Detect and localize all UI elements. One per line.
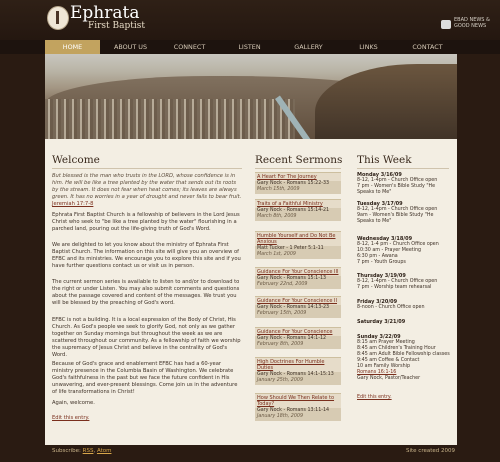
nav-links[interactable]: LINKS (341, 40, 396, 54)
event-line: 9am - Women's Bible Study "He Speaks to … (357, 213, 434, 224)
nav-connect[interactable]: CONNECT (162, 40, 217, 54)
content-area: Welcome But blessed is the man who trust… (45, 139, 457, 445)
site-footer: Subscribe: RSS, Atom Site created 2009 (0, 445, 500, 462)
sermon-item[interactable]: How Should We Then Relate to Today? Gary… (255, 393, 341, 421)
sermon-date: January 25th, 2009 (255, 378, 341, 385)
welcome-paragraph-2: We are delighted to let you know about t… (52, 242, 241, 269)
welcome-paragraph-4: EFBC is not a building. It is a local ex… (52, 317, 241, 358)
sermon-item[interactable]: Guidance For Your Conscience II Gary Noc… (255, 296, 341, 318)
edit-block: Edit this entry. (357, 395, 452, 401)
event-line: 7 pm - Women's Bible Study "He Speaks to… (357, 184, 436, 195)
site-title[interactable]: Ephrata (70, 4, 139, 22)
sermons-heading: Recent Sermons (255, 154, 343, 166)
subscribe-row: Subscribe: RSS, Atom (52, 448, 112, 454)
sermon-title-link[interactable]: High Doctrines For Humble Duties (255, 358, 341, 372)
week-heading: This Week (357, 154, 412, 166)
welcome-paragraph-5: Because of God's grace and enablement EF… (52, 361, 238, 395)
sermon-item[interactable]: Humble Yourself and Do Not Be Anxious Ma… (255, 231, 341, 259)
divider (52, 168, 242, 169)
day-block: Sunday 3/22/09 8:15 am Prayer Meeting 8:… (357, 334, 452, 382)
welcome-paragraph-1: Ephrata First Baptist Church is a fellow… (52, 212, 240, 232)
scripture-reference-link[interactable]: Jeremiah 17:7-8 (52, 201, 93, 207)
sermon-date: February 8th, 2009 (255, 342, 341, 349)
rss-label[interactable]: EBAD NEWS & GOOD NEWS (454, 17, 494, 29)
sermon-item[interactable]: Guidance For Your Conscience III Gary No… (255, 267, 341, 289)
sermon-date: February 15th, 2009 (255, 311, 341, 318)
divider (255, 168, 341, 169)
day-title: Saturday 3/21/09 (357, 319, 406, 325)
sermon-title-link[interactable]: Guidance For Your Conscience (255, 328, 341, 336)
welcome-paragraph-3: The current sermon series is available t… (52, 279, 240, 306)
hero-town (45, 99, 295, 139)
sermon-title-link[interactable]: Traits of a Faithful Ministry (255, 200, 341, 208)
nav-gallery[interactable]: GALLERY (281, 40, 336, 54)
nav-home[interactable]: HOME (45, 40, 100, 54)
scripture-quote: But blessed is the man who trusts in the… (52, 173, 242, 200)
site-subtitle: First Baptist (88, 21, 145, 31)
nav-about-us[interactable]: ABOUT US (103, 40, 158, 54)
sermon-title-link[interactable]: A Heart For The Journey (255, 173, 341, 181)
site-header: Ephrata First Baptist EBAD NEWS & GOOD N… (0, 0, 500, 40)
sermon-title-link[interactable]: Guidance For Your Conscience III (255, 268, 341, 276)
main-nav: HOME ABOUT US CONNECT LISTEN GALLERY LIN… (0, 40, 500, 54)
site-created-text: Site created 2009 (405, 448, 455, 454)
rss-icon[interactable] (441, 20, 451, 29)
event-line: Gary Nock, Pastor/Teacher (357, 376, 421, 381)
divider (357, 168, 449, 169)
church-logo-icon[interactable] (47, 6, 69, 30)
rss-feed-link[interactable]: RSS (83, 448, 94, 454)
event-line: 8-noon - Church Office open (357, 305, 425, 310)
edit-entry-link[interactable]: Edit this entry. (357, 395, 452, 401)
hero-ridge (315, 64, 457, 139)
sermon-date: January 18th, 2009 (255, 414, 341, 421)
sermon-item[interactable]: High Doctrines For Humble Duties Gary No… (255, 357, 341, 385)
atom-feed-link[interactable]: Atom (97, 448, 112, 454)
event-line: 7 pm - Youth Groups (357, 260, 406, 265)
event-line: 7 pm - Worship team rehearsal (357, 285, 432, 290)
sermon-item[interactable]: A Heart For The Journey Gary Nock - Roma… (255, 172, 341, 194)
sermon-title-link[interactable]: How Should We Then Relate to Today? (255, 394, 341, 408)
day-block: Wednesday 3/18/09 8-12, 1-4 pm - Church … (357, 236, 452, 266)
sermon-title-link[interactable]: Guidance For Your Conscience II (255, 297, 341, 305)
sermon-date: March 1st, 2009 (255, 252, 341, 259)
sermon-item[interactable]: Traits of a Faithful Ministry Gary Nock … (255, 199, 341, 221)
edit-entry-link[interactable]: Edit this entry. (52, 415, 242, 422)
sermon-date: February 22nd, 2009 (255, 282, 341, 289)
nav-contact[interactable]: CONTACT (400, 40, 455, 54)
sermon-item[interactable]: Guidance For Your Conscience Gary Nock -… (255, 327, 341, 349)
sermon-date: March 8th, 2009 (255, 214, 341, 221)
welcome-paragraph-6: Again, welcome. (52, 400, 95, 406)
sermon-title-link[interactable]: Humble Yourself and Do Not Be Anxious (255, 232, 341, 246)
day-block: Tuesday 3/17/09 8-12, 1-4pm - Church Off… (357, 201, 452, 225)
nav-listen[interactable]: LISTEN (222, 40, 277, 54)
day-block: Thursday 3/19/09 8-12, 1-4pm - Church Of… (357, 273, 452, 291)
day-block: Monday 3/16/09 8-12, 1-4pm - Church Offi… (357, 172, 452, 196)
day-block: Saturday 3/21/09 (357, 319, 452, 325)
sermon-date: March 15th, 2009 (255, 187, 341, 194)
welcome-heading: Welcome (52, 154, 100, 166)
day-block: Friday 3/20/09 8-noon - Church Office op… (357, 299, 452, 311)
subscribe-label: Subscribe: (52, 448, 81, 454)
hero-landscape-image (45, 54, 457, 139)
